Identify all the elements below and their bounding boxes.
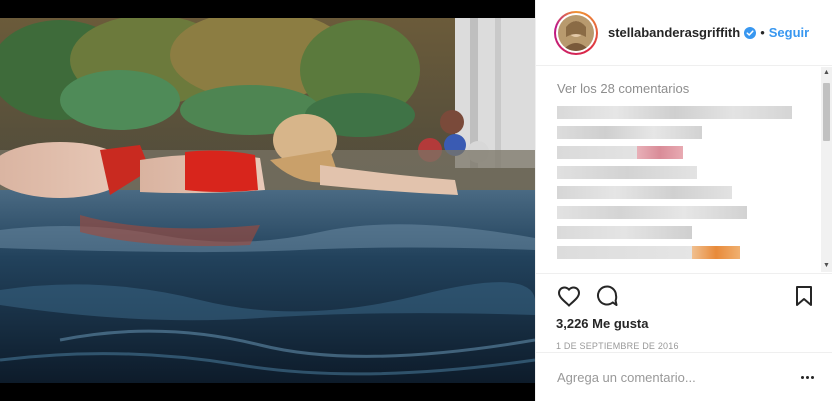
scrollbar-thumb[interactable] <box>823 83 830 141</box>
follow-button[interactable]: Seguir <box>769 25 809 40</box>
verified-badge-icon <box>744 26 757 39</box>
pool-photo <box>0 0 535 401</box>
username-link[interactable]: stellabanderasgriffith <box>608 25 740 40</box>
comments-list[interactable]: Ver los 28 comentarios <box>536 67 832 272</box>
comments-scrollbar[interactable]: ▲ ▼ <box>821 67 832 272</box>
avatar-photo <box>558 14 594 51</box>
post-photo[interactable] <box>0 0 535 401</box>
post-date[interactable]: 1 DE SEPTIEMBRE DE 2016 <box>556 341 817 351</box>
likes-count[interactable]: 3,226 Me gusta <box>556 316 817 331</box>
add-comment-bar: Agrega un comentario... <box>536 352 832 401</box>
post-header: stellabanderasgriffith • Seguir <box>536 0 832 66</box>
comment-input[interactable]: Agrega un comentario... <box>557 370 801 385</box>
scroll-down-arrow-icon[interactable]: ▼ <box>821 260 832 272</box>
speech-bubble-icon[interactable] <box>594 283 620 309</box>
separator-dot: • <box>760 25 765 40</box>
view-comments-link[interactable]: Ver los 28 comentarios <box>557 81 813 96</box>
more-options-icon[interactable] <box>801 375 817 379</box>
post-side-panel: stellabanderasgriffith • Seguir Ver los … <box>535 0 832 401</box>
heart-icon[interactable] <box>556 283 582 309</box>
scroll-up-arrow-icon[interactable]: ▲ <box>821 67 832 79</box>
blurred-comments <box>557 106 813 259</box>
bookmark-icon[interactable] <box>791 283 817 309</box>
avatar[interactable] <box>554 10 598 55</box>
